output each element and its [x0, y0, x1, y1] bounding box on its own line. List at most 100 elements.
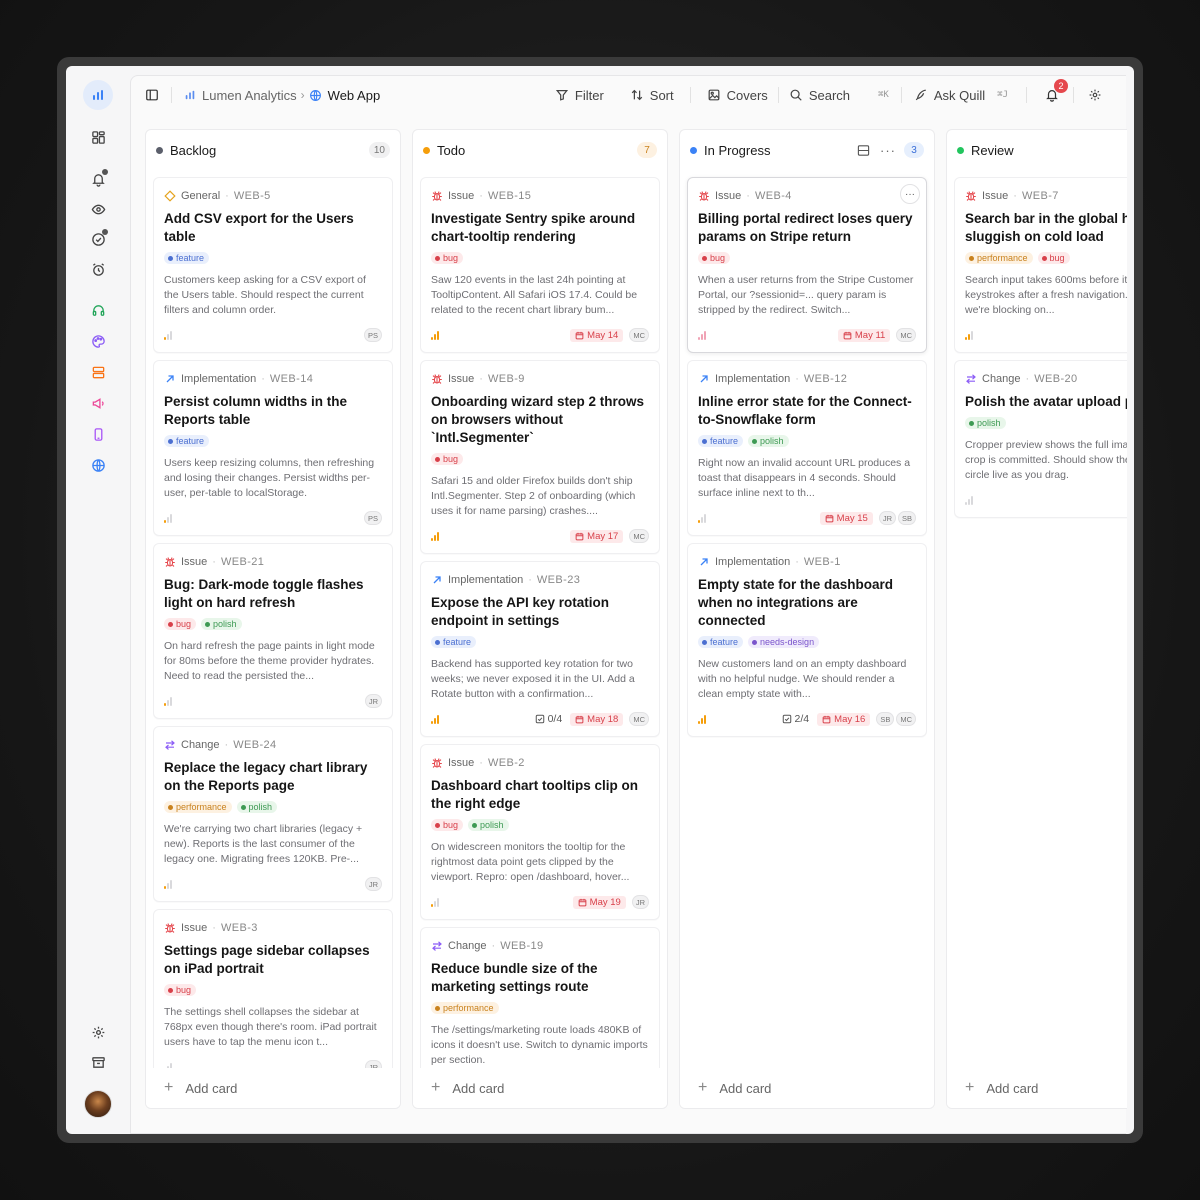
card[interactable]: Issue · WEB-9 Onboarding wizard step 2 t…: [420, 360, 660, 554]
card[interactable]: Issue · WEB-7 Search bar in the global h…: [954, 177, 1127, 353]
card[interactable]: ··· Issue · WEB-4 Billing portal redirec…: [687, 177, 927, 353]
assignee-avatar[interactable]: JR: [878, 511, 896, 525]
assignee-avatar[interactable]: MC: [629, 529, 649, 543]
assignee-avatar[interactable]: JR: [364, 1060, 382, 1068]
settings-nav[interactable]: [84, 1018, 112, 1046]
collapse-column-icon[interactable]: [857, 144, 870, 157]
due-date-badge[interactable]: May 18: [570, 712, 624, 726]
breadcrumb-project[interactable]: Web App: [309, 88, 380, 103]
assignee-avatar[interactable]: JR: [364, 694, 382, 708]
tag-needs-design[interactable]: needs-design: [748, 636, 820, 648]
user-avatar[interactable]: [84, 1090, 112, 1118]
card[interactable]: Issue · WEB-2 Dashboard chart tooltips c…: [420, 744, 660, 920]
add-card-button[interactable]: + Add card: [947, 1068, 1127, 1108]
breadcrumb-workspace[interactable]: Lumen Analytics: [184, 88, 297, 103]
tag-bug[interactable]: bug: [431, 453, 464, 465]
design-nav[interactable]: [84, 327, 112, 355]
tag-bug[interactable]: bug: [431, 252, 464, 264]
card[interactable]: Issue · WEB-3 Settings page sidebar coll…: [153, 909, 393, 1068]
search-button[interactable]: Search ⌘K: [789, 88, 889, 103]
tag-performance[interactable]: performance: [431, 1002, 499, 1014]
tag-polish[interactable]: polish: [468, 819, 509, 831]
tag-feature[interactable]: feature: [698, 636, 744, 648]
tag-bug[interactable]: bug: [164, 984, 197, 996]
marketing-nav[interactable]: [84, 389, 112, 417]
assignee-avatar[interactable]: MC: [629, 328, 649, 342]
card-id: WEB-1: [803, 556, 841, 568]
assignee-avatar[interactable]: SB: [897, 511, 916, 525]
column-header: Backlog 10: [146, 130, 400, 170]
notifications-nav[interactable]: [84, 165, 112, 193]
tag-bug[interactable]: bug: [431, 819, 464, 831]
card-title: Persist column widths in the Reports tab…: [164, 394, 348, 427]
due-date-badge[interactable]: May 15: [819, 511, 873, 525]
dashboard-nav[interactable]: [84, 123, 112, 151]
due-date-badge[interactable]: May 17: [570, 529, 624, 543]
support-nav[interactable]: [84, 296, 112, 324]
tag-feature[interactable]: feature: [164, 435, 210, 447]
assignee-avatar[interactable]: MC: [896, 328, 916, 342]
card[interactable]: Issue · WEB-15 Investigate Sentry spike …: [420, 177, 660, 353]
due-date-badge[interactable]: May 11: [837, 328, 891, 342]
archive-nav[interactable]: [84, 1048, 112, 1076]
assignee-avatar[interactable]: MC: [896, 712, 916, 726]
web-app-nav[interactable]: [84, 451, 112, 479]
tag-feature[interactable]: feature: [698, 435, 744, 447]
tag-polish[interactable]: polish: [201, 618, 242, 630]
tag-feature[interactable]: feature: [431, 636, 477, 648]
card[interactable]: Implementation · WEB-1 Empty state for t…: [687, 543, 927, 737]
tag-polish[interactable]: polish: [236, 801, 278, 813]
card-tags: bug: [698, 252, 916, 264]
covers-button[interactable]: Covers: [707, 88, 768, 103]
sort-button[interactable]: Sort: [630, 88, 674, 103]
assignee-avatar[interactable]: MC: [629, 712, 649, 726]
add-card-button[interactable]: + Add card: [413, 1068, 667, 1108]
tag-bug[interactable]: bug: [1037, 252, 1070, 264]
card[interactable]: Implementation · WEB-12 Inline error sta…: [687, 360, 927, 536]
tag-performance[interactable]: performance: [164, 801, 232, 813]
add-card-button[interactable]: + Add card: [146, 1068, 400, 1108]
assignee-avatar[interactable]: PS: [363, 328, 382, 342]
card[interactable]: General · WEB-5 Add CSV export for the U…: [153, 177, 393, 353]
app-logo[interactable]: [83, 80, 113, 110]
ask-quill-button[interactable]: Ask Quill ⌘J: [914, 88, 1008, 103]
assignee-avatar[interactable]: JR: [631, 895, 649, 909]
due-date-badge[interactable]: May 19: [572, 895, 626, 909]
tag-performance[interactable]: performance: [965, 252, 1033, 264]
notifications-button[interactable]: 2: [1045, 79, 1068, 102]
due-date-badge[interactable]: May 14: [570, 328, 624, 342]
card[interactable]: Implementation · WEB-23 Expose the API k…: [420, 561, 660, 737]
card[interactable]: Issue · WEB-21 Bug: Dark-mode toggle fla…: [153, 543, 393, 719]
card-more-icon[interactable]: ···: [900, 184, 920, 204]
due-date-badge[interactable]: May 16: [817, 712, 871, 726]
meta-separator: ·: [795, 556, 799, 568]
card-type: Implementation: [181, 373, 257, 385]
card-meta: Implementation · WEB-23: [431, 572, 649, 588]
card-tags: performance bug: [965, 252, 1127, 264]
assignee-avatar[interactable]: PS: [363, 511, 382, 525]
servers-nav[interactable]: [84, 358, 112, 386]
column-more-icon[interactable]: ···: [880, 143, 896, 158]
tag-polish[interactable]: polish: [965, 417, 1006, 429]
reminders-nav[interactable]: [84, 255, 112, 283]
card-type: Issue: [982, 190, 1009, 202]
settings-button[interactable]: [1088, 88, 1102, 102]
card[interactable]: Change · WEB-24 Replace the legacy chart…: [153, 726, 393, 902]
add-card-button[interactable]: + Add card: [680, 1068, 934, 1108]
mobile-nav[interactable]: [84, 420, 112, 448]
card-id: WEB-2: [487, 757, 525, 769]
card-footer: 0/4 May 18 MC: [431, 711, 649, 727]
tag-feature[interactable]: feature: [164, 252, 210, 264]
card[interactable]: Change · WEB-20 Polish the avatar upload…: [954, 360, 1127, 518]
assignee-avatar[interactable]: JR: [364, 877, 382, 891]
card[interactable]: Implementation · WEB-14 Persist column w…: [153, 360, 393, 536]
assignee-avatar[interactable]: SB: [876, 712, 895, 726]
tasks-nav[interactable]: [84, 225, 112, 253]
tag-bug[interactable]: bug: [698, 252, 731, 264]
filter-button[interactable]: Filter: [555, 88, 604, 103]
card[interactable]: Change · WEB-19 Reduce bundle size of th…: [420, 927, 660, 1068]
watching-nav[interactable]: [84, 195, 112, 223]
toggle-sidebar-button[interactable]: [145, 88, 159, 102]
tag-polish[interactable]: polish: [748, 435, 789, 447]
tag-bug[interactable]: bug: [164, 618, 197, 630]
